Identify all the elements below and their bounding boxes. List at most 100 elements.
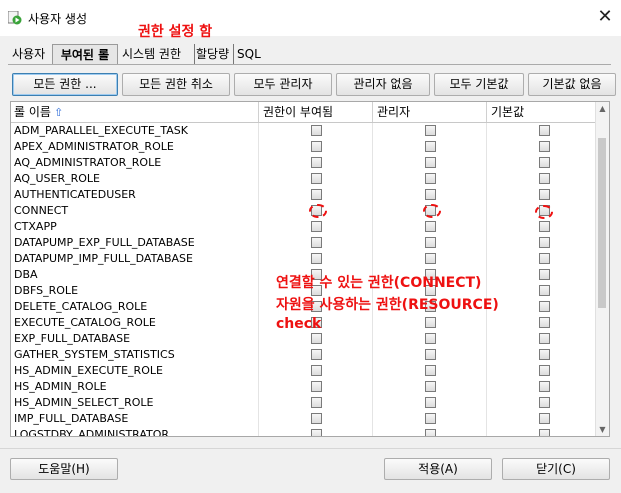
default-checkbox[interactable]	[539, 141, 550, 152]
table-row[interactable]: HS_ADMIN_SELECT_ROLE	[11, 395, 597, 411]
default-checkbox[interactable]	[539, 189, 550, 200]
table-row[interactable]: AQ_ADMINISTRATOR_ROLE	[11, 155, 597, 171]
granted-checkbox[interactable]	[311, 413, 322, 424]
column-header-default[interactable]: 기본값	[488, 102, 596, 122]
scroll-up-icon[interactable]: ▲	[596, 102, 609, 115]
admin-checkbox[interactable]	[425, 349, 436, 360]
admin-checkbox[interactable]	[425, 141, 436, 152]
no-default-button[interactable]: 기본값 없음	[528, 73, 616, 96]
admin-checkbox[interactable]	[425, 413, 436, 424]
default-checkbox[interactable]	[539, 381, 550, 392]
tab-sql[interactable]: SQL	[237, 44, 267, 64]
role-name-cell: GATHER_SYSTEM_STATISTICS	[14, 348, 175, 361]
table-row[interactable]: HS_ADMIN_EXECUTE_ROLE	[11, 363, 597, 379]
tab-system-privileges[interactable]: 시스템 권한	[122, 44, 194, 64]
default-checkbox[interactable]	[539, 317, 550, 328]
no-admin-button[interactable]: 관리자 없음	[336, 73, 430, 96]
default-checkbox[interactable]	[539, 333, 550, 344]
granted-checkbox[interactable]	[311, 349, 322, 360]
table-row[interactable]: ADM_PARALLEL_EXECUTE_TASK	[11, 123, 597, 139]
default-checkbox[interactable]	[539, 413, 550, 424]
role-name-cell: HS_ADMIN_EXECUTE_ROLE	[14, 364, 163, 377]
admin-checkbox[interactable]	[425, 125, 436, 136]
granted-checkbox[interactable]	[311, 221, 322, 232]
granted-checkbox[interactable]	[311, 125, 322, 136]
default-checkbox[interactable]	[539, 429, 550, 436]
admin-checkbox[interactable]	[425, 397, 436, 408]
all-default-button[interactable]: 모두 기본값	[434, 73, 524, 96]
admin-checkbox[interactable]	[425, 157, 436, 168]
all-admin-button[interactable]: 모두 관리자	[234, 73, 332, 96]
admin-checkbox[interactable]	[425, 333, 436, 344]
granted-checkbox[interactable]	[311, 141, 322, 152]
table-row[interactable]: GATHER_SYSTEM_STATISTICS	[11, 347, 597, 363]
column-separator	[486, 102, 487, 122]
vertical-scrollbar[interactable]: ▲ ▼	[595, 102, 609, 436]
default-checkbox[interactable]	[539, 125, 550, 136]
default-checkbox[interactable]	[539, 349, 550, 360]
role-name-cell: DATAPUMP_EXP_FULL_DATABASE	[14, 236, 195, 249]
annotation-circle-granted	[309, 204, 327, 218]
column-header-granted[interactable]: 권한이 부여됨	[260, 102, 373, 122]
tab-user[interactable]: 사용자	[12, 44, 52, 64]
scroll-down-icon[interactable]: ▼	[596, 423, 609, 436]
table-row[interactable]: AQ_USER_ROLE	[11, 171, 597, 187]
column-header-role-name[interactable]: 롤 이름 ⇧	[11, 102, 257, 122]
table-row[interactable]: CONNECT	[11, 203, 597, 219]
table-row[interactable]: AUTHENTICATEDUSER	[11, 187, 597, 203]
table-row[interactable]: EXP_FULL_DATABASE	[11, 331, 597, 347]
role-name-cell: LOGSTDBY_ADMINISTRATOR	[14, 428, 170, 437]
granted-checkbox[interactable]	[311, 237, 322, 248]
table-row[interactable]: APEX_ADMINISTRATOR_ROLE	[11, 139, 597, 155]
admin-checkbox[interactable]	[425, 429, 436, 436]
default-checkbox[interactable]	[539, 253, 550, 264]
tab-granted-roles[interactable]: 부여된 롤	[52, 44, 118, 64]
revoke-all-button[interactable]: 모든 권한 취소	[122, 73, 230, 96]
default-checkbox[interactable]	[539, 221, 550, 232]
table-row[interactable]: IMP_FULL_DATABASE	[11, 411, 597, 427]
default-checkbox[interactable]	[539, 173, 550, 184]
table-row[interactable]: HS_ADMIN_ROLE	[11, 379, 597, 395]
admin-checkbox[interactable]	[425, 173, 436, 184]
granted-checkbox[interactable]	[311, 333, 322, 344]
granted-checkbox[interactable]	[311, 173, 322, 184]
admin-checkbox[interactable]	[425, 221, 436, 232]
granted-checkbox[interactable]	[311, 365, 322, 376]
role-name-cell: EXECUTE_CATALOG_ROLE	[14, 316, 156, 329]
default-checkbox[interactable]	[539, 365, 550, 376]
admin-checkbox[interactable]	[425, 189, 436, 200]
window-title: 사용자 생성	[28, 12, 88, 26]
footer-divider	[0, 448, 621, 449]
default-checkbox[interactable]	[539, 285, 550, 296]
granted-checkbox[interactable]	[311, 381, 322, 392]
table-row[interactable]: CTXAPP	[11, 219, 597, 235]
granted-checkbox[interactable]	[311, 397, 322, 408]
granted-checkbox[interactable]	[311, 253, 322, 264]
role-name-cell: IMP_FULL_DATABASE	[14, 412, 129, 425]
default-checkbox[interactable]	[539, 237, 550, 248]
admin-checkbox[interactable]	[425, 381, 436, 392]
table-row[interactable]: DATAPUMP_IMP_FULL_DATABASE	[11, 251, 597, 267]
admin-checkbox[interactable]	[425, 317, 436, 328]
role-name-cell: CTXAPP	[14, 220, 57, 233]
default-checkbox[interactable]	[539, 269, 550, 280]
default-checkbox[interactable]	[539, 157, 550, 168]
granted-checkbox[interactable]	[311, 189, 322, 200]
table-row[interactable]: DATAPUMP_EXP_FULL_DATABASE	[11, 235, 597, 251]
default-checkbox[interactable]	[539, 397, 550, 408]
default-checkbox[interactable]	[539, 301, 550, 312]
scrollbar-thumb[interactable]	[598, 138, 606, 308]
column-header-admin[interactable]: 관리자	[374, 102, 487, 122]
admin-checkbox[interactable]	[425, 253, 436, 264]
close-icon[interactable]: ✕	[594, 6, 616, 28]
grant-all-button[interactable]: 모든 권한 ...	[12, 73, 118, 96]
role-name-cell: ADM_PARALLEL_EXECUTE_TASK	[14, 124, 188, 137]
admin-checkbox[interactable]	[425, 365, 436, 376]
granted-checkbox[interactable]	[311, 429, 322, 436]
close-button[interactable]: 닫기(C)	[502, 458, 610, 480]
admin-checkbox[interactable]	[425, 237, 436, 248]
table-row[interactable]: LOGSTDBY_ADMINISTRATOR	[11, 427, 597, 437]
help-button[interactable]: 도움말(H)	[10, 458, 118, 480]
apply-button[interactable]: 적용(A)	[384, 458, 492, 480]
granted-checkbox[interactable]	[311, 157, 322, 168]
